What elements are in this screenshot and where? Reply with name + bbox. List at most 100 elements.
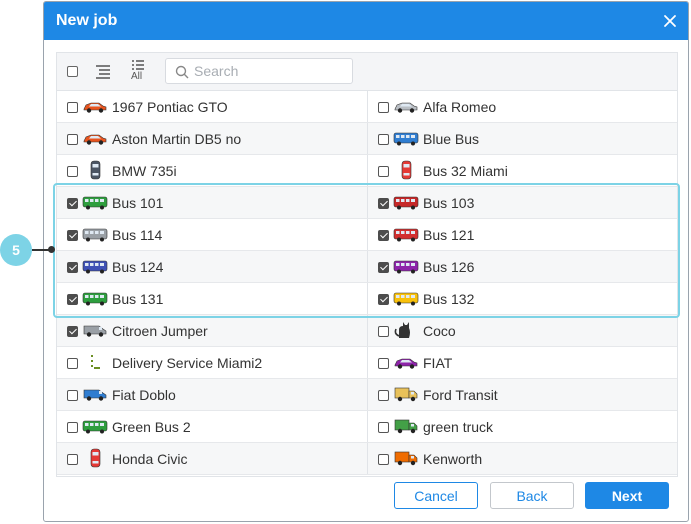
unit-item[interactable]: Honda Civic (57, 443, 368, 474)
unit-row: Aston Martin DB5 no Blue Bus (57, 123, 677, 155)
unit-name: Bus 132 (423, 291, 475, 307)
bus-icon (82, 196, 108, 210)
unit-item[interactable]: Ford Transit (368, 379, 677, 410)
unit-name: Bus 121 (423, 227, 475, 243)
unit-item[interactable]: FIAT (368, 347, 677, 378)
close-icon[interactable] (660, 11, 680, 31)
unit-checkbox[interactable] (67, 454, 78, 465)
unit-item[interactable]: Bus 101 (57, 187, 368, 218)
unit-name: 1967 Pontiac GTO (112, 99, 228, 115)
unit-item[interactable]: Bus 114 (57, 219, 368, 250)
unit-item[interactable]: Kenworth (368, 443, 677, 474)
unit-checkbox[interactable] (378, 262, 389, 273)
unit-item[interactable]: green truck (368, 411, 677, 442)
car-top-icon (90, 160, 101, 180)
back-button[interactable]: Back (490, 482, 574, 509)
unit-item[interactable]: Green Bus 2 (57, 411, 368, 442)
bus-icon (393, 228, 419, 242)
unit-name: Fiat Doblo (112, 387, 176, 403)
unit-name: Kenworth (423, 451, 483, 467)
unit-checkbox[interactable] (67, 262, 78, 273)
list-icon (132, 60, 144, 70)
unit-item[interactable]: Citroen Jumper (57, 315, 368, 346)
unit-checkbox[interactable] (378, 134, 389, 145)
unit-item[interactable]: 1967 Pontiac GTO (57, 91, 368, 122)
van-icon (83, 325, 107, 337)
unit-checkbox[interactable] (67, 294, 78, 305)
next-button[interactable]: Next (585, 482, 669, 509)
unit-item[interactable]: Bus 121 (368, 219, 677, 250)
unit-checkbox[interactable] (378, 422, 389, 433)
truck-icon (394, 419, 418, 434)
unit-item[interactable]: Blue Bus (368, 123, 677, 154)
unit-row: Citroen Jumper Coco (57, 315, 677, 347)
unit-checkbox[interactable] (378, 198, 389, 209)
van-icon (83, 389, 107, 401)
callout-dot (48, 246, 55, 253)
unit-checkbox[interactable] (378, 230, 389, 241)
show-all-toggle[interactable]: All (130, 60, 146, 82)
unit-item[interactable]: BMW 735i (57, 155, 368, 186)
unit-checkbox[interactable] (378, 294, 389, 305)
unit-row: BMW 735i Bus 32 Miami (57, 155, 677, 187)
unit-item[interactable]: Bus 103 (368, 187, 677, 218)
unit-name: Bus 32 Miami (423, 163, 508, 179)
unit-checkbox[interactable] (378, 166, 389, 177)
unit-item[interactable]: Bus 32 Miami (368, 155, 677, 186)
unit-checkbox[interactable] (378, 454, 389, 465)
unit-row: Honda Civic Kenworth (57, 443, 677, 475)
unit-name: Bus 126 (423, 259, 475, 275)
unit-item[interactable]: Alfa Romeo (368, 91, 677, 122)
bus-icon (393, 196, 419, 210)
unit-name: Bus 103 (423, 195, 475, 211)
car-top-icon (401, 160, 412, 180)
unit-checkbox[interactable] (67, 390, 78, 401)
car-top-icon (90, 448, 101, 468)
unit-checkbox[interactable] (67, 230, 78, 241)
unit-item[interactable]: Coco (368, 315, 677, 346)
search-box[interactable] (165, 58, 353, 84)
group-list-icon[interactable] (94, 62, 112, 80)
unit-checkbox[interactable] (67, 198, 78, 209)
unit-checkbox[interactable] (67, 166, 78, 177)
bus-icon (82, 228, 108, 242)
car-icon (394, 102, 418, 113)
unit-name: Delivery Service Miami2 (112, 355, 263, 371)
unit-item[interactable]: Bus 124 (57, 251, 368, 282)
unit-name: green truck (423, 419, 494, 435)
search-input[interactable] (194, 62, 344, 80)
unit-checkbox[interactable] (67, 326, 78, 337)
car-icon (83, 134, 107, 145)
cat-icon (394, 322, 410, 338)
callout-badge: 5 (0, 234, 32, 266)
unit-checkbox[interactable] (378, 102, 389, 113)
unit-name: Coco (423, 323, 456, 339)
unit-item[interactable]: Bus 132 (368, 283, 677, 314)
search-icon (175, 65, 189, 79)
select-all-checkbox[interactable] (67, 66, 78, 77)
unit-item[interactable]: Aston Martin DB5 no (57, 123, 368, 154)
unit-checkbox[interactable] (67, 422, 78, 433)
unit-checkbox[interactable] (378, 390, 389, 401)
unit-name: Bus 101 (112, 195, 164, 211)
unit-name: Bus 114 (112, 227, 163, 243)
unit-checkbox[interactable] (378, 358, 389, 369)
unit-checkbox[interactable] (67, 134, 78, 145)
person-icon (91, 355, 100, 369)
dialog-titlebar: New job (44, 2, 688, 40)
unit-row: Bus 124 Bus 126 (57, 251, 677, 283)
unit-checkbox[interactable] (378, 326, 389, 337)
dialog-title: New job (56, 12, 118, 29)
unit-item[interactable]: Bus 126 (368, 251, 677, 282)
unit-checkbox[interactable] (67, 102, 78, 113)
unit-item[interactable]: Bus 131 (57, 283, 368, 314)
unit-row: Bus 101 Bus 103 (57, 187, 677, 219)
unit-name: Bus 124 (112, 259, 164, 275)
unit-item[interactable]: Delivery Service Miami2 (57, 347, 368, 378)
truck-icon (394, 451, 418, 466)
bus-icon (82, 260, 108, 274)
unit-item[interactable]: Fiat Doblo (57, 379, 368, 410)
unit-name: Ford Transit (423, 387, 498, 403)
unit-checkbox[interactable] (67, 358, 78, 369)
cancel-button[interactable]: Cancel (394, 482, 478, 509)
